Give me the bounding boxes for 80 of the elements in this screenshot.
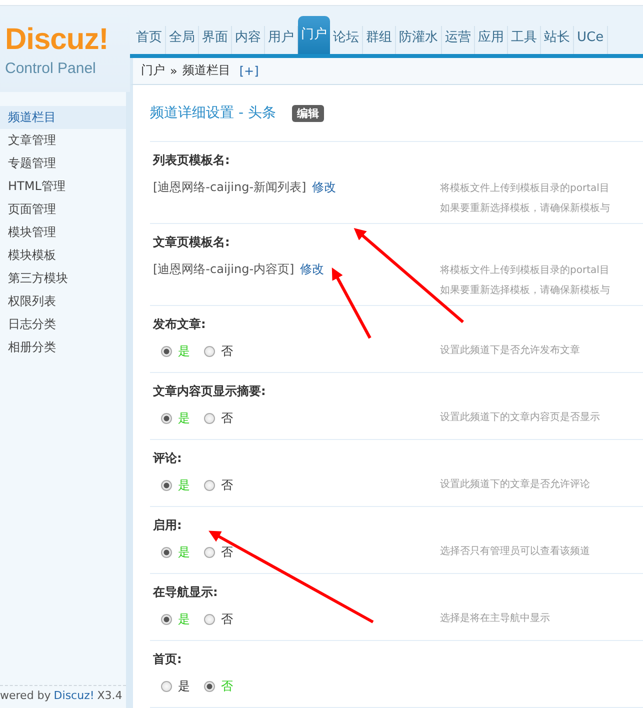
setting-description: 将模板文件上传到模板目录的portal目 — [440, 182, 610, 196]
setting-label: 发布文章: — [153, 316, 207, 333]
section-title: 频道详细设置 - 头条 — [150, 104, 276, 122]
option-label: 否 — [221, 476, 233, 494]
template-name: [迪恩网络-caijing-新闻列表] — [153, 178, 306, 196]
radio-button[interactable] — [161, 614, 172, 624]
radio-button[interactable] — [161, 480, 172, 490]
nav-tab[interactable]: 工具 — [508, 26, 541, 54]
nav-tab[interactable]: 群组 — [363, 26, 396, 54]
setting-label: 在导航显示: — [153, 584, 219, 601]
setting-description: 设置此频道下的文章是否允许评论 — [440, 478, 590, 492]
setting-label: 评论: — [153, 450, 183, 467]
sidebar-item[interactable]: 相册分类 — [0, 336, 126, 359]
nav-tab[interactable]: 门户 — [298, 16, 330, 54]
option-label: 否 — [221, 678, 233, 694]
setting-description: 如果要重新选择模板，请确保新模板与 — [440, 202, 610, 216]
sidebar-item[interactable]: 模块管理 — [0, 221, 126, 244]
add-link[interactable]: [+] — [239, 64, 259, 78]
setting-description: 设置此频道下是否允许发布文章 — [440, 344, 580, 358]
radio-button[interactable] — [204, 546, 215, 558]
option-label: 是 — [178, 476, 190, 494]
radio-button[interactable] — [161, 412, 172, 424]
radio-button[interactable] — [161, 346, 172, 356]
setting-description: 选择否只有管理员可以查看该频道 — [440, 544, 590, 559]
sidebar-item[interactable]: 文章管理 — [0, 129, 126, 152]
radio-button[interactable] — [204, 680, 215, 692]
setting-label: 列表页模板名: — [153, 152, 231, 169]
nav-tab[interactable]: 站长 — [541, 26, 574, 54]
breadcrumb-separator: » — [170, 64, 178, 78]
option-label: 否 — [221, 544, 233, 560]
setting-label: 文章内容页显示摘要: — [153, 383, 267, 400]
sidebar-item[interactable]: 页面管理 — [0, 198, 126, 221]
sidebar-item[interactable]: 第三方模块 — [0, 267, 126, 290]
radio-button[interactable] — [204, 614, 215, 624]
option-label: 是 — [178, 410, 190, 426]
edit-button[interactable]: 编辑 — [292, 104, 324, 122]
radio-button[interactable] — [204, 412, 215, 424]
sidebar-item[interactable]: 模块模板 — [0, 244, 126, 267]
setting-description: 如果要重新选择模板，请确保新模板与 — [440, 284, 610, 298]
footer-link[interactable]: Discuz! — [54, 689, 94, 702]
template-name: [迪恩网络-caijing-内容页] — [153, 260, 294, 278]
setting-label: 文章页模板名: — [153, 234, 231, 251]
option-label: 是 — [178, 678, 190, 694]
radio-button[interactable] — [204, 480, 215, 490]
sidebar-item[interactable]: 频道栏目 — [0, 106, 126, 129]
footer-version: X3.4 — [97, 689, 122, 702]
setting-label: 首页: — [153, 651, 183, 668]
option-label: 否 — [221, 342, 233, 360]
nav-tab[interactable]: UCe — [574, 26, 608, 54]
logo-subtitle: Control Panel — [5, 60, 97, 77]
setting-description: 设置此频道下的文章内容页是否显示 — [440, 410, 600, 425]
option-label: 是 — [178, 544, 190, 560]
footer-text: wered by — [0, 689, 51, 702]
radio-button[interactable] — [161, 680, 172, 692]
option-label: 否 — [221, 410, 233, 426]
nav-tab[interactable]: 首页 — [133, 26, 166, 54]
logo: Discuz! — [5, 24, 110, 56]
option-label: 否 — [221, 610, 233, 628]
sidebar-item[interactable]: HTML管理 — [0, 175, 126, 198]
setting-description: 选择是将在主导航中显示 — [440, 612, 550, 626]
nav-tab[interactable]: 界面 — [199, 26, 232, 54]
setting-label: 启用: — [153, 517, 183, 534]
nav-tab[interactable]: 内容 — [232, 26, 265, 54]
nav-tab[interactable]: 防灌水 — [396, 26, 442, 54]
radio-button[interactable] — [204, 346, 215, 356]
nav-tab[interactable]: 论坛 — [330, 26, 363, 54]
radio-button[interactable] — [161, 546, 172, 558]
edit-link[interactable]: 修改 — [300, 260, 324, 278]
setting-description: 将模板文件上传到模板目录的portal目 — [440, 264, 610, 278]
sidebar-item[interactable]: 日志分类 — [0, 313, 126, 336]
option-label: 是 — [178, 610, 190, 628]
sidebar-item[interactable]: 专题管理 — [0, 152, 126, 175]
nav-tab[interactable]: 应用 — [475, 26, 508, 54]
nav-tab[interactable]: 运营 — [442, 26, 475, 54]
breadcrumb-current: 频道栏目 — [182, 62, 230, 80]
nav-tab[interactable]: 全局 — [166, 26, 199, 54]
breadcrumb-link[interactable]: 门户 — [141, 62, 165, 80]
option-label: 是 — [178, 342, 190, 360]
edit-link[interactable]: 修改 — [312, 178, 336, 196]
sidebar-item[interactable]: 权限列表 — [0, 290, 126, 313]
